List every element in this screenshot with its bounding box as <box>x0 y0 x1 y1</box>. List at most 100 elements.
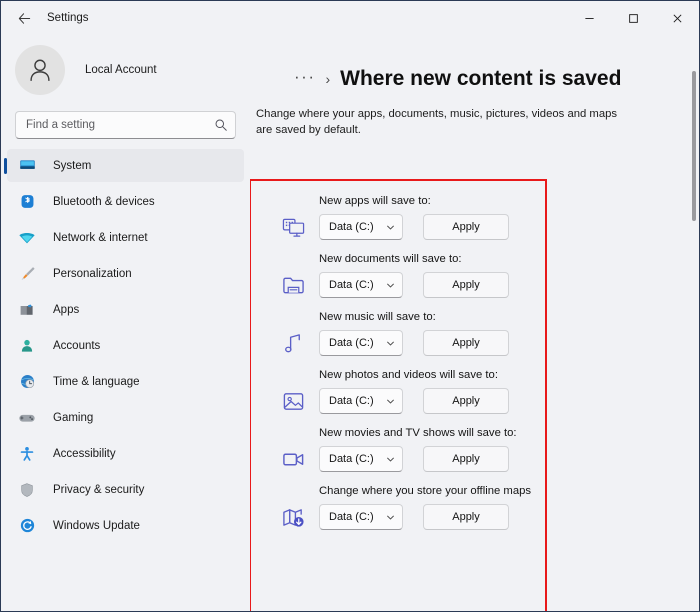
setting-controls: Data (C:) Apply <box>277 504 545 530</box>
sidebar-item-label: Accounts <box>53 339 101 352</box>
account-block[interactable]: Local Account <box>1 37 250 105</box>
dropdown-value: Data (C:) <box>329 337 374 349</box>
minimize-button[interactable] <box>567 1 611 35</box>
sidebar-item-time-language[interactable]: Time & language <box>7 365 244 398</box>
apply-button-photos-videos[interactable]: Apply <box>423 388 509 414</box>
window-body: Local Account Find a setting System Blue… <box>1 35 699 611</box>
search-icon <box>214 118 228 132</box>
apply-button-offline-maps[interactable]: Apply <box>423 504 509 530</box>
movies-tv-drive-dropdown[interactable]: Data (C:) <box>319 446 403 472</box>
music-note-icon <box>277 330 309 356</box>
wifi-icon <box>17 228 37 248</box>
sidebar-item-label: Windows Update <box>53 519 140 532</box>
dropdown-value: Data (C:) <box>329 453 374 465</box>
sidebar-item-windows-update[interactable]: Windows Update <box>7 509 244 542</box>
setting-label: New music will save to: <box>319 311 436 323</box>
sidebar-item-accounts[interactable]: Accounts <box>7 329 244 362</box>
highlight-annotation-box: New apps will save to: Data (C:) Apply N… <box>250 179 547 611</box>
documents-drive-dropdown[interactable]: Data (C:) <box>319 272 403 298</box>
chevron-down-icon <box>386 397 395 406</box>
apps-icon <box>17 300 37 320</box>
paintbrush-icon <box>17 264 37 284</box>
sidebar-item-gaming[interactable]: Gaming <box>7 401 244 434</box>
page-description: Change where your apps, documents, music… <box>256 108 618 137</box>
update-icon <box>17 516 37 536</box>
setting-controls: Data (C:) Apply <box>277 388 545 414</box>
sidebar-item-label: Time & language <box>53 375 140 388</box>
chevron-down-icon <box>386 339 395 348</box>
main-content: ··· › Where new content is saved Change … <box>250 35 699 611</box>
sidebar-item-label: System <box>53 159 92 172</box>
setting-row-offline-maps: Change where you store your offline maps <box>277 485 545 530</box>
setting-label: New movies and TV shows will save to: <box>319 427 517 439</box>
setting-controls: Data (C:) Apply <box>277 272 545 298</box>
chevron-down-icon <box>386 223 395 232</box>
person-avatar-icon <box>30 59 50 82</box>
offline-maps-drive-dropdown[interactable]: Data (C:) <box>319 504 403 530</box>
window-controls <box>567 1 699 35</box>
setting-row-apps: New apps will save to: Data (C:) Apply <box>277 195 545 240</box>
chevron-down-icon <box>386 455 395 464</box>
chevron-down-icon <box>386 513 395 522</box>
clock-globe-icon <box>17 372 37 392</box>
sidebar-item-privacy-security[interactable]: Privacy & security <box>7 473 244 506</box>
minimize-icon <box>584 17 594 19</box>
setting-label: Change where you store your offline maps <box>319 485 532 497</box>
sidebar-item-apps[interactable]: Apps <box>7 293 244 326</box>
back-button[interactable] <box>9 3 39 33</box>
avatar <box>15 45 65 95</box>
bluetooth-icon <box>17 192 37 212</box>
apply-button-documents[interactable]: Apply <box>423 272 509 298</box>
person-icon <box>17 336 37 356</box>
apply-button-apps[interactable]: Apply <box>423 214 509 240</box>
apply-button-music[interactable]: Apply <box>423 330 509 356</box>
sidebar-item-label: Accessibility <box>53 447 116 460</box>
dropdown-value: Data (C:) <box>329 279 374 291</box>
breadcrumb-overflow-button[interactable]: ··· <box>294 68 315 85</box>
setting-controls: Data (C:) Apply <box>277 446 545 472</box>
dropdown-value: Data (C:) <box>329 395 374 407</box>
sidebar-item-label: Personalization <box>53 267 132 280</box>
photo-icon <box>277 388 309 414</box>
sidebar: Local Account Find a setting System Blue… <box>1 35 250 611</box>
document-folder-icon <box>277 272 309 298</box>
search-input[interactable] <box>15 111 236 139</box>
title-bar: Settings <box>1 1 699 35</box>
setting-label: New documents will save to: <box>319 253 462 265</box>
map-download-icon <box>277 504 309 530</box>
sidebar-item-label: Network & internet <box>53 231 148 244</box>
music-drive-dropdown[interactable]: Data (C:) <box>319 330 403 356</box>
chevron-down-icon <box>386 281 395 290</box>
setting-controls: Data (C:) Apply <box>277 214 545 240</box>
sidebar-item-accessibility[interactable]: Accessibility <box>7 437 244 470</box>
account-name: Local Account <box>85 64 157 76</box>
scrollbar-thumb[interactable] <box>692 71 696 221</box>
setting-row-photos-videos: New photos and videos will save to: Data… <box>277 369 545 414</box>
sidebar-item-label: Apps <box>53 303 80 316</box>
sidebar-item-network-internet[interactable]: Network & internet <box>7 221 244 254</box>
settings-window: Settings Local Account Find a setting Sy… <box>0 0 700 612</box>
save-locations-group: New apps will save to: Data (C:) Apply N… <box>251 181 545 530</box>
setting-controls: Data (C:) Apply <box>277 330 545 356</box>
sidebar-item-label: Privacy & security <box>53 483 145 496</box>
setting-label: New photos and videos will save to: <box>319 369 498 381</box>
sidebar-item-label: Bluetooth & devices <box>53 195 155 208</box>
main-scrollbar[interactable] <box>692 71 696 591</box>
accessibility-icon <box>17 444 37 464</box>
close-button[interactable] <box>655 1 699 35</box>
photos-videos-drive-dropdown[interactable]: Data (C:) <box>319 388 403 414</box>
setting-row-documents: New documents will save to: Data (C:) Ap… <box>277 253 545 298</box>
apps-drive-dropdown[interactable]: Data (C:) <box>319 214 403 240</box>
window-title: Settings <box>47 12 89 24</box>
dropdown-value: Data (C:) <box>329 221 374 233</box>
sidebar-item-personalization[interactable]: Personalization <box>7 257 244 290</box>
setting-row-music: New music will save to: Data (C:) Apply <box>277 311 545 356</box>
sidebar-item-bluetooth-devices[interactable]: Bluetooth & devices <box>7 185 244 218</box>
app-window-icon <box>277 214 309 240</box>
maximize-button[interactable] <box>611 1 655 35</box>
sidebar-item-system[interactable]: System <box>7 149 244 182</box>
dropdown-value: Data (C:) <box>329 511 374 523</box>
sidebar-nav: System Bluetooth & devices Network & int… <box>1 149 250 542</box>
gamepad-icon <box>17 408 37 428</box>
apply-button-movies-tv[interactable]: Apply <box>423 446 509 472</box>
